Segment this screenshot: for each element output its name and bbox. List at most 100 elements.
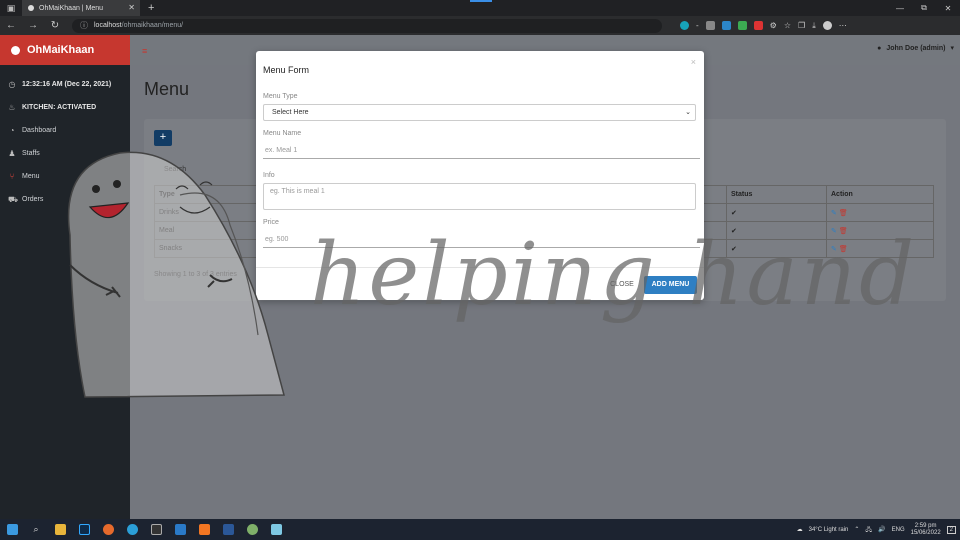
modal-title: Menu Form — [263, 65, 310, 75]
sidebar-item-label: Staffs — [22, 150, 40, 157]
url-field[interactable]: ⓘ localhost/ohmaikhaan/menu/ — [72, 18, 662, 33]
cell-action: ✎ 🗑 — [826, 221, 934, 240]
menu-type-value: Select Here — [272, 109, 309, 116]
cell-action: ✎ 🗑 — [826, 203, 934, 222]
edge-icon[interactable] — [120, 519, 144, 540]
extensions-bar: - ⚙ ☆ ❐ ⤓ ⋯ — [680, 21, 847, 31]
weather-icon: ☁ — [796, 527, 803, 533]
menu-type-select[interactable]: Select Here ⌄ — [263, 104, 696, 121]
brand-logo[interactable]: OhMaiKhaan — [0, 35, 130, 65]
xampp-icon[interactable] — [192, 519, 216, 540]
download-icon[interactable]: ⤓ — [812, 21, 816, 31]
clock-icon: ◷ — [8, 79, 16, 89]
search-label: Search — [164, 166, 187, 173]
tab-close-icon[interactable]: ✕ — [128, 3, 135, 12]
delete-icon[interactable]: 🗑 — [839, 246, 848, 253]
brand-name: OhMaiKhaan — [27, 44, 95, 56]
collections-icon[interactable]: ❐ — [798, 21, 805, 30]
edit-icon[interactable]: ✎ — [831, 210, 837, 217]
close-button[interactable]: CLOSE — [605, 277, 639, 293]
network-icon[interactable]: 🖧 — [865, 525, 872, 535]
windows-taskbar: ⌕ ☁ 34°C Light rain ⌃ 🖧 🔊 ENG 2:59 pm 15… — [0, 519, 960, 540]
new-tab-icon[interactable]: + — [148, 2, 154, 14]
tab-actions-icon[interactable]: ▣ — [0, 0, 22, 16]
info-textarea[interactable]: eg. This is meal 1 — [263, 183, 696, 210]
menu-icon: ⑂ — [9, 171, 15, 181]
sidebar-item-label: Menu — [22, 173, 40, 180]
photoshop-icon[interactable] — [72, 519, 96, 540]
extension-dash-icon[interactable]: - — [696, 21, 699, 30]
price-input[interactable]: eg. 500 — [263, 231, 700, 248]
sidebar-item-orders[interactable]: ⛟ Orders — [0, 188, 130, 211]
cell-action: ✎ 🗑 — [826, 239, 934, 258]
extension-icon[interactable] — [737, 21, 747, 30]
menu-name-input[interactable]: ex. Meal 1 — [263, 142, 700, 159]
delete-icon[interactable]: 🗑 — [839, 228, 848, 235]
more-icon[interactable]: ⋯ — [839, 21, 847, 30]
dashboard-icon: ◔ — [9, 125, 15, 135]
staff-icon: ♟ — [8, 148, 16, 158]
weather-text[interactable]: 34°C Light rain — [809, 527, 849, 533]
notepad-icon[interactable] — [264, 519, 288, 540]
sidebar-kitchen-status[interactable]: ♨ KITCHEN: ACTIVATED — [0, 96, 130, 119]
chevron-down-icon: ⌄ — [685, 109, 691, 116]
sidebar-clock: ◷ 12:32:16 AM (Dec 22, 2021) — [0, 73, 130, 96]
favorites-icon[interactable]: ☆ — [784, 21, 791, 30]
edit-icon[interactable]: ✎ — [831, 228, 837, 235]
profile-avatar[interactable] — [822, 21, 832, 30]
window-drag-indicator — [470, 0, 492, 2]
hamburger-icon[interactable]: ≡ — [142, 46, 147, 56]
extension-icon[interactable] — [680, 21, 689, 30]
minimize-icon[interactable]: — — [888, 0, 912, 16]
app-icon[interactable] — [240, 519, 264, 540]
menu-form-modal: Menu Form × Menu Type Select Here ⌄ Menu… — [256, 51, 704, 300]
forward-icon[interactable]: → — [22, 20, 44, 31]
sidebar-item-staffs[interactable]: ♟ Staffs — [0, 142, 130, 165]
delete-icon[interactable]: 🗑 — [839, 210, 848, 217]
info-icon[interactable]: ⓘ — [80, 20, 88, 31]
extension-icon[interactable] — [705, 21, 715, 30]
modal-footer-divider — [256, 267, 704, 268]
tray-chevron-icon[interactable]: ⌃ — [854, 526, 859, 533]
user-name: John Doe (admin) — [886, 44, 946, 52]
column-header-status[interactable]: Status — [726, 185, 827, 204]
volume-icon[interactable]: 🔊 — [878, 526, 885, 533]
fire-icon: ♨ — [8, 102, 16, 112]
sidebar: OhMaiKhaan ◷ 12:32:16 AM (Dec 22, 2021) … — [0, 35, 130, 519]
add-menu-button[interactable]: + — [154, 130, 172, 146]
notification-icon[interactable]: 2 — [946, 525, 956, 534]
address-bar-row: ← → ↻ ⓘ localhost/ohmaikhaan/menu/ - ⚙ ☆… — [0, 16, 960, 35]
sidebar-item-menu[interactable]: ⑂ Menu — [0, 165, 130, 188]
refresh-icon[interactable]: ↻ — [44, 20, 66, 31]
edit-icon[interactable]: ✎ — [831, 246, 837, 253]
language-indicator[interactable]: ENG — [892, 527, 905, 533]
clock-text: 12:32:16 AM (Dec 22, 2021) — [22, 81, 112, 88]
puzzle-icon[interactable]: ⚙ — [770, 21, 777, 30]
column-header-action[interactable]: Action — [826, 185, 934, 204]
cell-status: ✔ — [726, 221, 827, 240]
vscode-icon[interactable] — [168, 519, 192, 540]
check-icon: ✔ — [731, 227, 737, 235]
browser-tab[interactable]: OhMaiKhaan | Menu ✕ — [22, 0, 140, 16]
start-icon[interactable] — [0, 519, 24, 540]
extension-icon[interactable] — [753, 21, 763, 30]
sidebar-item-label: Dashboard — [22, 127, 57, 134]
add-menu-submit-button[interactable]: ADD MENU — [644, 276, 697, 294]
cell-status: ✔ — [726, 239, 827, 258]
sidebar-item-dashboard[interactable]: ◔ Dashboard — [0, 119, 130, 142]
back-icon[interactable]: ← — [0, 20, 22, 31]
extension-icon[interactable] — [721, 21, 731, 30]
user-menu[interactable]: ● John Doe (admin) ▾ — [877, 44, 954, 53]
maximize-icon[interactable]: ⧉ — [912, 0, 936, 16]
terminal-icon[interactable] — [144, 519, 168, 540]
clock-time: 2:59 pm — [914, 522, 937, 529]
file-explorer-icon[interactable] — [48, 519, 72, 540]
firefox-icon[interactable] — [96, 519, 120, 540]
check-icon: ✔ — [731, 209, 737, 217]
modal-close-icon[interactable]: × — [691, 57, 696, 67]
window-close-icon[interactable]: ✕ — [936, 0, 960, 16]
word-icon[interactable] — [216, 519, 240, 540]
kitchen-status-text: KITCHEN: ACTIVATED — [22, 104, 97, 111]
taskbar-clock[interactable]: 2:59 pm 15/06/2022 — [911, 523, 941, 537]
search-icon[interactable]: ⌕ — [24, 519, 48, 540]
